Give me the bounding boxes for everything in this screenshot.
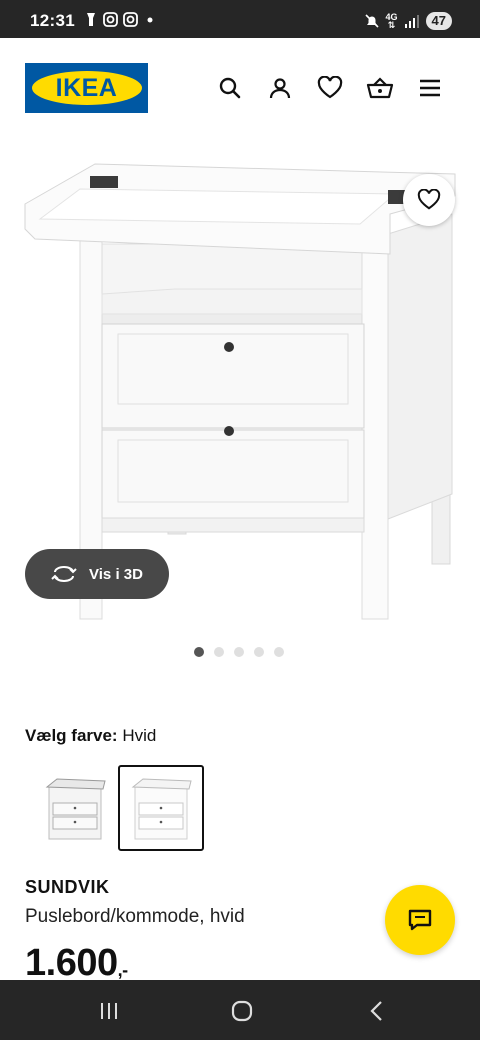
status-icons-right: 4G ⇅ 47 <box>364 12 452 30</box>
battery-icon: 47 <box>425 12 452 30</box>
view-3d-label: Vis i 3D <box>89 565 143 583</box>
price-amount: 1.600 <box>25 942 118 984</box>
pagination-dot[interactable] <box>194 647 204 657</box>
status-icons-left <box>84 12 155 27</box>
status-bar: 12:31 4G ⇅ 47 <box>0 0 480 38</box>
system-navigation-bar <box>0 980 480 1040</box>
back-icon[interactable] <box>364 998 390 1024</box>
mute-icon <box>364 14 379 28</box>
flashlight-icon <box>87 13 95 26</box>
instagram-icon <box>123 12 138 27</box>
logo-text: IKEA <box>55 73 118 102</box>
swatch-thumbnail <box>131 778 192 840</box>
swatch-thumbnail <box>45 778 106 840</box>
color-value: Hvid <box>122 726 157 745</box>
search-icon[interactable] <box>216 74 244 102</box>
color-select-label: Vælg farve: Hvid <box>25 726 156 746</box>
recent-apps-icon[interactable] <box>96 998 122 1024</box>
pagination-dot[interactable] <box>254 647 264 657</box>
instagram-icon <box>103 12 118 27</box>
rotate-3d-icon <box>51 566 77 582</box>
ikea-logo[interactable]: IKEA <box>25 63 148 113</box>
account-icon[interactable] <box>266 74 294 102</box>
pagination-dot[interactable] <box>274 647 284 657</box>
menu-icon[interactable] <box>416 74 444 102</box>
pagination-dot[interactable] <box>234 647 244 657</box>
product-price: 1.600,- <box>25 942 128 985</box>
view-3d-button[interactable]: Vis i 3D <box>25 549 169 599</box>
basket-icon[interactable] <box>366 74 394 102</box>
network-icon: 4G ⇅ <box>385 12 398 30</box>
favorites-icon[interactable] <box>316 74 344 102</box>
pagination-dot[interactable] <box>214 647 224 657</box>
product-description: Puslebord/kommode, hvid <box>25 906 245 927</box>
product-name: SUNDVIK <box>25 877 110 897</box>
product-image-gallery[interactable]: Vis i 3D <box>0 134 480 634</box>
chat-icon <box>408 909 432 931</box>
price-suffix: ,- <box>117 960 129 980</box>
heart-icon <box>417 189 441 210</box>
gallery-pagination <box>194 647 284 657</box>
dot-icon <box>147 17 153 23</box>
app-header: IKEA <box>0 38 480 134</box>
chat-button[interactable] <box>385 885 455 955</box>
color-swatch-white[interactable] <box>118 765 204 851</box>
status-time: 12:31 <box>30 11 75 30</box>
home-icon[interactable] <box>229 998 255 1024</box>
favorite-button[interactable] <box>403 174 455 226</box>
color-label-text: Vælg farve: <box>25 726 118 745</box>
signal-icon <box>404 15 419 28</box>
color-swatch-grey-white[interactable] <box>32 765 118 851</box>
